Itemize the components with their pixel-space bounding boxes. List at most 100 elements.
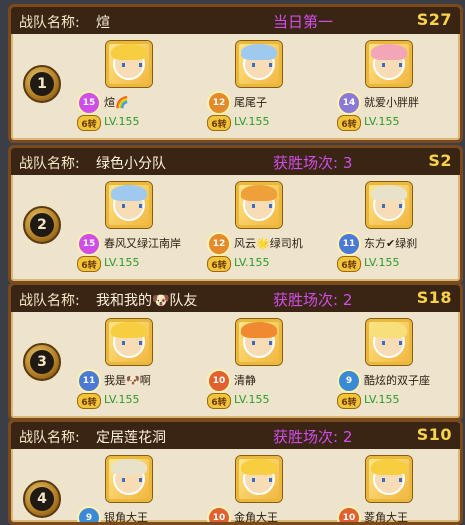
rank-number: 3 [30, 350, 54, 374]
rebirth-badge: 6转 [207, 256, 231, 272]
rank-number: 4 [30, 487, 54, 511]
rank-badge-icon: 10 [207, 369, 231, 393]
character-portrait-icon [371, 44, 407, 80]
player-level: LV.155 [364, 393, 400, 406]
player-level: LV.155 [104, 256, 140, 269]
rebirth-badge: 6转 [337, 115, 361, 131]
team-stat: 获胜场次: 3 [273, 154, 353, 172]
team-name-label: 战队名称: [19, 293, 80, 309]
team-name-label: 战队名称: [19, 15, 80, 31]
team-member[interactable]: 10 清静 6转 LV.155 [207, 319, 337, 409]
rank-badge-icon: 10 [337, 506, 361, 522]
server-id: S2 [428, 151, 452, 170]
rank-badge-icon: 15 [77, 232, 101, 256]
rank-number: 1 [30, 72, 54, 96]
team-header: 战队名称: 我和我的🐶队友 获胜场次: 2 S18 [11, 285, 460, 312]
rank-badge-icon: 12 [207, 91, 231, 115]
player-avatar[interactable] [106, 182, 152, 228]
player-level: LV.155 [234, 256, 270, 269]
rebirth-badge: 6转 [77, 256, 101, 272]
player-avatar[interactable] [366, 182, 412, 228]
rank-medal: 2 [23, 206, 61, 244]
rank-badge-icon: 10 [207, 506, 231, 522]
player-avatar[interactable] [366, 456, 412, 502]
character-portrait-icon [241, 185, 277, 221]
team-name: 煊 [96, 15, 110, 31]
team-member[interactable]: 11 东方✔绿刹 6转 LV.155 [337, 182, 460, 272]
team-member[interactable]: 11 我是🐶啊 6转 LV.155 [77, 319, 207, 409]
player-level: LV.155 [364, 115, 400, 128]
player-name: 酷炫的双子座 [364, 374, 430, 387]
team-member[interactable]: 10 菱角大王 6转 LV.155 [337, 456, 460, 524]
team-member[interactable]: 9 酷炫的双子座 6转 LV.155 [337, 319, 460, 409]
team-name: 定居莲花洞 [96, 430, 166, 446]
team-member[interactable]: 12 风云🌟绿司机 6转 LV.155 [207, 182, 337, 272]
team-stat: 当日第一 [273, 13, 334, 31]
server-id: S27 [416, 10, 452, 29]
player-level: LV.155 [234, 393, 270, 406]
team-stat: 获胜场次: 2 [273, 428, 353, 446]
rank-badge-icon: 15 [77, 91, 101, 115]
player-level: LV.155 [104, 393, 140, 406]
team-member[interactable]: 14 就爱小胖胖 6转 LV.155 [337, 41, 460, 131]
character-portrait-icon [371, 185, 407, 221]
character-portrait-icon [241, 44, 277, 80]
rank-number: 2 [30, 213, 54, 237]
character-portrait-icon [241, 459, 277, 495]
rank-badge-icon: 14 [337, 91, 361, 115]
server-id: S10 [416, 425, 452, 444]
team-member[interactable]: 10 金角大王 6转 LV.155 [207, 456, 337, 524]
team-panel: 战队名称: 我和我的🐶队友 获胜场次: 2 S18 3 11 我是🐶啊 6转 L… [8, 282, 463, 421]
team-panel: 战队名称: 绿色小分队 获胜场次: 3 S2 2 15 春风又绿江南岸 6转 L… [8, 145, 463, 284]
player-avatar[interactable] [236, 41, 282, 87]
rank-badge-icon: 11 [337, 232, 361, 256]
team-member[interactable]: 9 银角大王 6转 LV.155 [77, 456, 207, 524]
rebirth-badge: 6转 [207, 115, 231, 131]
player-name: 春风又绿江南岸 [104, 237, 181, 250]
player-name: 菱角大王 [364, 511, 408, 524]
character-portrait-icon [111, 44, 147, 80]
player-name: 尾尾子 [234, 96, 267, 109]
team-member[interactable]: 15 煊🌈 6转 LV.155 [77, 41, 207, 131]
rebirth-badge: 6转 [207, 393, 231, 409]
team-member[interactable]: 15 春风又绿江南岸 6转 LV.155 [77, 182, 207, 272]
team-name: 我和我的🐶队友 [96, 293, 198, 309]
player-level: LV.155 [234, 115, 270, 128]
player-level: LV.155 [104, 115, 140, 128]
rank-medal: 1 [23, 65, 61, 103]
player-avatar[interactable] [106, 41, 152, 87]
rank-medal: 4 [23, 480, 61, 518]
team-name-label: 战队名称: [19, 430, 80, 446]
rank-badge-icon: 11 [77, 369, 101, 393]
rebirth-badge: 6转 [337, 393, 361, 409]
player-avatar[interactable] [106, 456, 152, 502]
team-header: 战队名称: 绿色小分队 获胜场次: 3 S2 [11, 148, 460, 175]
team-member[interactable]: 12 尾尾子 6转 LV.155 [207, 41, 337, 131]
player-avatar[interactable] [106, 319, 152, 365]
player-avatar[interactable] [236, 456, 282, 502]
player-name: 就爱小胖胖 [364, 96, 419, 109]
team-name-label: 战队名称: [19, 156, 80, 172]
player-name: 金角大王 [234, 511, 278, 524]
team-header: 战队名称: 定居莲花洞 获胜场次: 2 S10 [11, 422, 460, 449]
player-name: 银角大王 [104, 511, 148, 524]
character-portrait-icon [111, 185, 147, 221]
player-avatar[interactable] [236, 182, 282, 228]
player-avatar[interactable] [366, 41, 412, 87]
player-level: LV.155 [364, 256, 400, 269]
team-stat: 获胜场次: 2 [273, 291, 353, 309]
character-portrait-icon [241, 322, 277, 358]
rebirth-badge: 6转 [77, 393, 101, 409]
rank-badge-icon: 12 [207, 232, 231, 256]
rank-badge-icon: 9 [77, 506, 101, 522]
rank-medal: 3 [23, 343, 61, 381]
player-name: 我是🐶啊 [104, 374, 151, 387]
character-portrait-icon [111, 322, 147, 358]
character-portrait-icon [371, 459, 407, 495]
player-avatar[interactable] [236, 319, 282, 365]
player-avatar[interactable] [366, 319, 412, 365]
character-portrait-icon [371, 322, 407, 358]
rebirth-badge: 6转 [337, 256, 361, 272]
character-portrait-icon [111, 459, 147, 495]
team-name: 绿色小分队 [96, 156, 166, 172]
